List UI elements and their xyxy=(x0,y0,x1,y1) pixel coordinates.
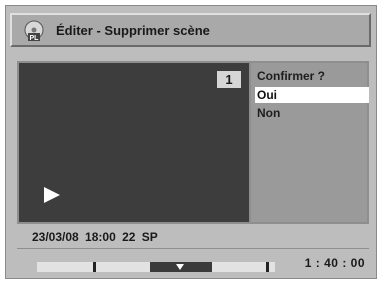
timeline-bar: 1 : 40 : 00 xyxy=(17,250,369,277)
elapsed-time: 1 : 40 : 00 xyxy=(304,256,365,270)
confirm-panel: Confirmer ? Oui Non xyxy=(251,63,369,222)
edit-area: 1 Confirmer ? Oui Non xyxy=(17,61,369,224)
play-icon xyxy=(42,186,62,204)
confirm-prompt: Confirmer ? xyxy=(257,69,326,83)
chapter-marker xyxy=(93,262,96,272)
pl-disc-icon: PL xyxy=(22,19,46,43)
pl-icon-label: PL xyxy=(30,35,40,42)
position-pointer-icon xyxy=(176,264,184,270)
option-oui[interactable]: Oui xyxy=(255,87,369,103)
recording-info-bar: 23/03/08 18:00 22 SP xyxy=(17,224,369,249)
title-bar: PL Éditer - Supprimer scène xyxy=(10,13,371,47)
recording-info: 23/03/08 18:00 22 SP xyxy=(32,230,158,244)
progress-track xyxy=(37,262,275,272)
chapter-marker xyxy=(266,262,269,272)
scene-number-badge: 1 xyxy=(217,71,241,88)
page-title: Éditer - Supprimer scène xyxy=(56,23,210,38)
video-preview: 1 xyxy=(19,63,249,222)
option-non[interactable]: Non xyxy=(255,105,369,121)
